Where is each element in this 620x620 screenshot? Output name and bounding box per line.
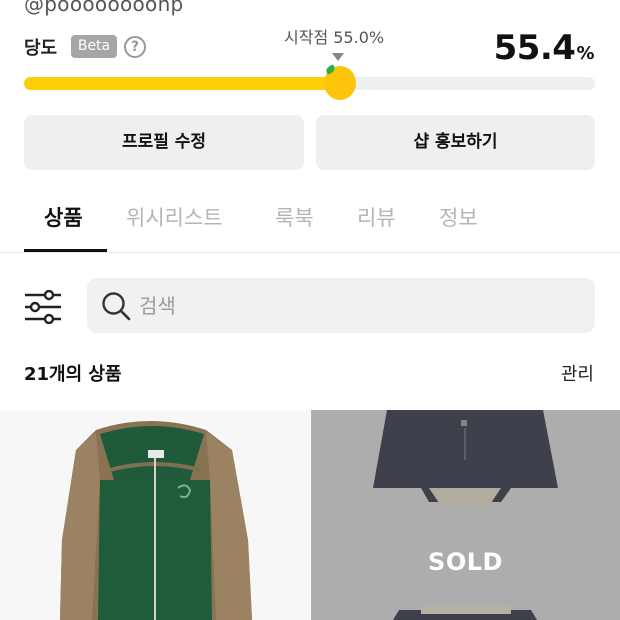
- product-card-skirt[interactable]: SOLD: [311, 410, 620, 620]
- tab-lookbook[interactable]: 룩북: [275, 202, 314, 232]
- sliders-icon[interactable]: [24, 290, 62, 324]
- sweetness-bar-fill: [24, 77, 340, 90]
- search-input[interactable]: [139, 278, 579, 333]
- sweetness-value: 55.4%: [493, 28, 595, 68]
- start-point-marker: [332, 53, 344, 61]
- search-bar[interactable]: [87, 278, 595, 333]
- tab-info[interactable]: 정보: [439, 202, 478, 232]
- sold-overlay: [311, 410, 620, 620]
- tab-bar: 상품 위시리스트 룩북 리뷰 정보: [0, 190, 620, 253]
- sweetness-label: 당도: [24, 38, 58, 59]
- question-circle-icon[interactable]: ?: [124, 36, 146, 58]
- product-image-hoodie: [60, 421, 252, 620]
- sweetness-bar: [24, 77, 595, 90]
- tab-wishlist[interactable]: 위시리스트: [126, 202, 223, 232]
- start-point-label: 시작점 55.0%: [284, 28, 385, 47]
- edit-profile-button[interactable]: 프로필 수정: [24, 115, 304, 170]
- product-count: 21개의 상품: [24, 364, 122, 385]
- tab-products[interactable]: 상품: [44, 202, 83, 232]
- tab-reviews[interactable]: 리뷰: [357, 202, 396, 232]
- product-card-hoodie[interactable]: [0, 410, 310, 620]
- manage-button[interactable]: 관리: [561, 360, 594, 386]
- profile-handle: @poooooooonp: [24, 0, 184, 16]
- search-icon: [102, 292, 131, 321]
- active-tab-indicator: [24, 249, 107, 252]
- sweetness-value-unit: %: [576, 43, 594, 64]
- promote-shop-button[interactable]: 샵 홍보하기: [316, 115, 595, 170]
- beta-badge: Beta: [71, 35, 117, 58]
- sweetness-value-number: 55.4: [493, 28, 576, 68]
- sold-label: SOLD: [428, 548, 503, 576]
